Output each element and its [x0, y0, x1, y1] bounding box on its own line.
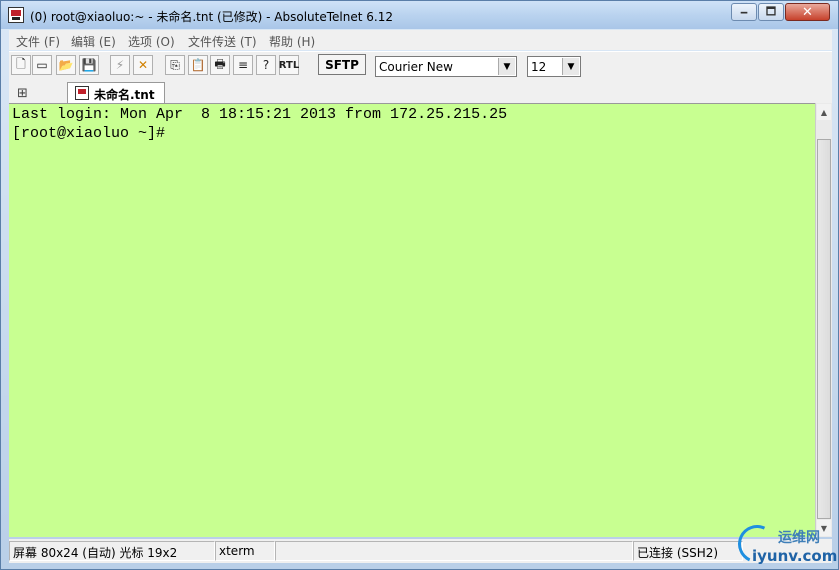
copy-icon[interactable]: ⎘	[165, 55, 185, 75]
log-icon[interactable]: ≡	[233, 55, 253, 75]
watermark-top: 运维网	[778, 530, 820, 546]
menu-file-transfer[interactable]: 文件传送 (T)	[188, 33, 257, 50]
sftp-button[interactable]: SFTP	[318, 54, 366, 75]
open-folder-icon[interactable]: 📂	[56, 55, 76, 75]
rtl-icon[interactable]: RTL	[279, 55, 299, 75]
save-icon[interactable]: 💾	[79, 55, 99, 75]
app-logo-icon[interactable]	[8, 7, 24, 23]
scrollbar-thumb[interactable]	[817, 139, 831, 519]
minimize-button[interactable]: 🗕	[731, 3, 757, 21]
tab-bar: ⊞ 未命名.tnt	[9, 81, 832, 103]
scroll-up-icon[interactable]: ▲	[817, 104, 831, 120]
chevron-down-icon[interactable]: ▼	[562, 58, 579, 75]
menu-bar: 文件 (F) 编辑 (E) 选项 (O) 文件传送 (T) 帮助 (H)	[9, 30, 832, 50]
print-icon[interactable]: 🖶	[210, 55, 230, 75]
paste-icon[interactable]: 📋	[188, 55, 208, 75]
tab-label: 未命名.tnt	[94, 88, 155, 102]
terminal-line: [root@xiaoluo ~]#	[12, 125, 166, 142]
status-terminal-type: xterm	[215, 541, 275, 561]
menu-file[interactable]: 文件 (F)	[16, 33, 60, 50]
menu-help[interactable]: 帮助 (H)	[269, 33, 315, 50]
new-file-icon[interactable]: 🗋	[11, 55, 31, 75]
chevron-down-icon[interactable]: ▼	[498, 58, 515, 75]
font-select-value: Courier New	[379, 60, 453, 74]
help-icon[interactable]: ?	[256, 55, 276, 75]
disconnect-icon[interactable]: ✕	[133, 55, 153, 75]
tab-session[interactable]: 未命名.tnt	[67, 82, 165, 103]
tab-overview-icon[interactable]: ⊞	[17, 86, 28, 101]
new-window-icon[interactable]: ▭	[32, 55, 52, 75]
terminal-area[interactable]: Last login: Mon Apr 8 18:15:21 2013 from…	[9, 103, 815, 537]
toolbar: 🗋 ▭ 📂 💾 ⚡ ✕ ⎘ 📋 🖶 ≡ ? RTL SFTP Courier N…	[9, 51, 832, 81]
session-icon	[75, 86, 89, 100]
font-select[interactable]: Courier New ▼	[375, 56, 517, 77]
status-connection: 已连接 (SSH2)	[633, 541, 743, 561]
close-button[interactable]: ✕	[785, 3, 830, 21]
title-bar[interactable]: (0) root@xiaoluo:~ - 未命名.tnt (已修改) - Abs…	[1, 1, 838, 29]
window-title: (0) root@xiaoluo:~ - 未命名.tnt (已修改) - Abs…	[30, 10, 393, 24]
maximize-button[interactable]: 🗖	[758, 3, 784, 21]
watermark-bottom: iyunv.com	[752, 547, 838, 565]
watermark: 运维网 iyunv.com	[732, 519, 838, 569]
status-empty	[275, 541, 633, 561]
font-size-select[interactable]: 12 ▼	[527, 56, 581, 77]
status-bar: 屏幕 80x24 (自动) 光标 19x2 xterm 已连接 (SSH2)	[9, 539, 832, 563]
menu-edit[interactable]: 编辑 (E)	[71, 33, 116, 50]
vertical-scrollbar[interactable]: ▲ ▼	[815, 103, 832, 537]
connect-icon[interactable]: ⚡	[110, 55, 130, 75]
font-size-value: 12	[531, 60, 547, 74]
terminal-line: Last login: Mon Apr 8 18:15:21 2013 from…	[12, 106, 508, 123]
app-window: (0) root@xiaoluo:~ - 未命名.tnt (已修改) - Abs…	[0, 0, 839, 570]
status-screen: 屏幕 80x24 (自动) 光标 19x2	[9, 541, 215, 561]
menu-options[interactable]: 选项 (O)	[128, 33, 175, 50]
